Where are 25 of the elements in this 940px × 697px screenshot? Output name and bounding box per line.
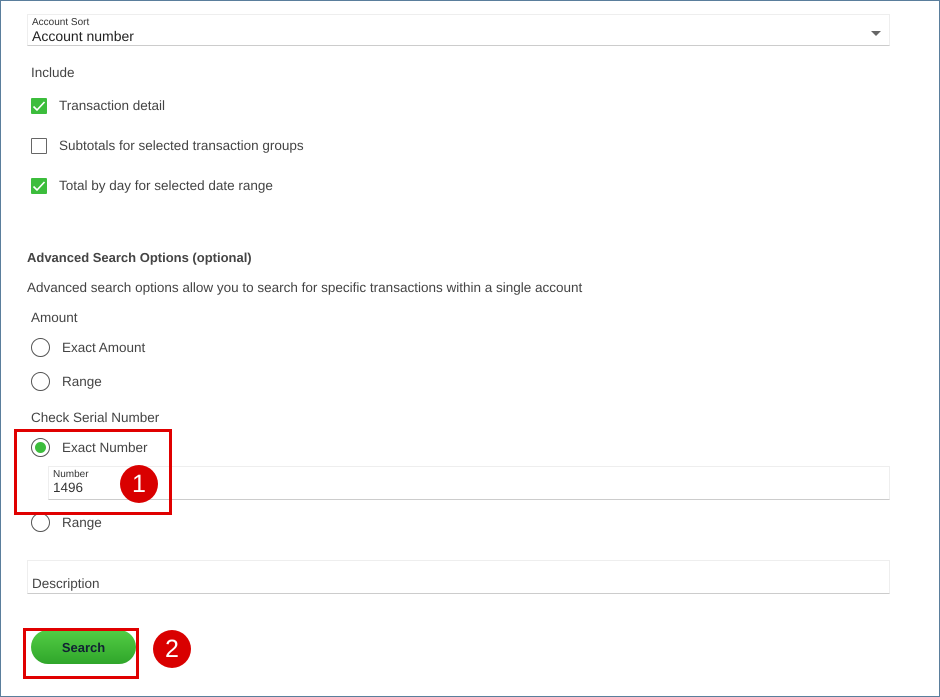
radio-label: Range (62, 372, 102, 390)
description-field[interactable]: Description (27, 560, 890, 594)
section-description: Advanced search options allow you to search for specific transactions within a single account (27, 280, 584, 295)
checkbox[interactable] (31, 138, 47, 154)
account-sort-dropdown[interactable]: Account Sort Account number (27, 14, 890, 46)
radio-button[interactable] (31, 372, 50, 391)
radio-button[interactable] (31, 338, 50, 357)
group-label: Check Serial Number (30, 410, 160, 425)
section-label: Include (30, 65, 76, 80)
group-label: Amount (30, 310, 79, 325)
radio-button[interactable] (31, 438, 50, 457)
step-badge: 2 (153, 630, 191, 668)
checkbox[interactable] (31, 98, 47, 114)
checkbox-label: Subtotals for selected transaction groups (59, 137, 304, 155)
section-heading: Advanced Search Options (optional) (27, 250, 253, 265)
radio-label: Range (62, 514, 102, 532)
checkbox-label: Total by day for selected date range (59, 177, 273, 195)
caret-icon (871, 30, 881, 36)
radio-button[interactable] (31, 513, 50, 532)
radio-label: Exact Number (62, 438, 148, 456)
step-badge: 1 (120, 465, 158, 503)
checkbox-label: Transaction detail (59, 97, 166, 115)
radio-label: Exact Amount (62, 338, 146, 356)
checkbox[interactable] (31, 178, 47, 194)
search-button[interactable]: Search (31, 630, 136, 664)
